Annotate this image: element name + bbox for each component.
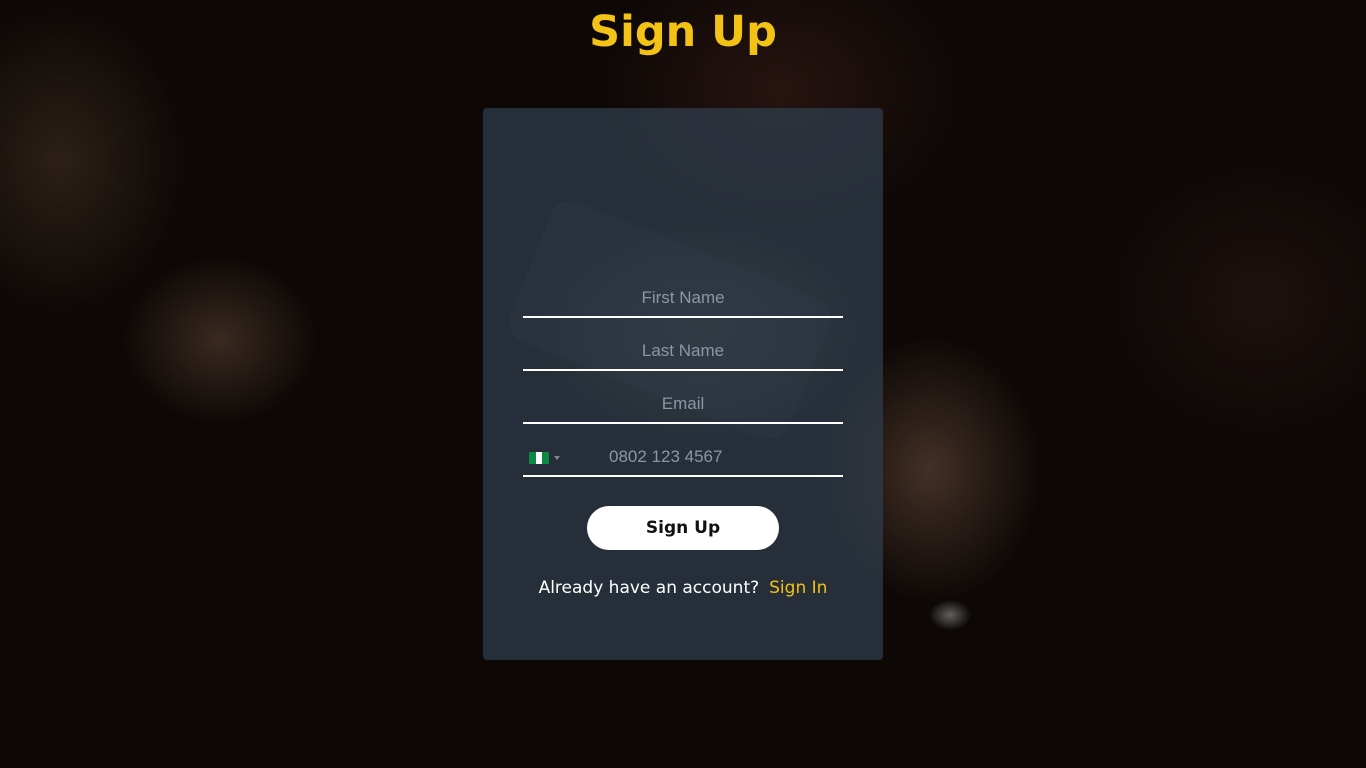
signin-prompt: Already have an account? Sign In [483, 578, 883, 598]
country-code-select[interactable] [529, 451, 569, 465]
last-name-field [523, 333, 843, 371]
first-name-input[interactable] [523, 280, 843, 316]
first-name-field [523, 280, 843, 318]
signup-button[interactable]: Sign Up [587, 506, 779, 550]
chevron-down-icon [554, 456, 560, 460]
signin-prompt-text: Already have an account? [538, 578, 760, 598]
email-field [523, 386, 843, 424]
signup-card: Sign Up Sign Up Already have an account?… [483, 7, 883, 660]
phone-field [523, 439, 843, 477]
nigeria-flag-icon [529, 452, 550, 464]
phone-input[interactable] [609, 439, 843, 475]
email-input[interactable] [523, 386, 843, 422]
signin-link[interactable]: Sign In [769, 578, 827, 598]
page-title: Sign Up [589, 7, 777, 57]
last-name-input[interactable] [523, 333, 843, 369]
